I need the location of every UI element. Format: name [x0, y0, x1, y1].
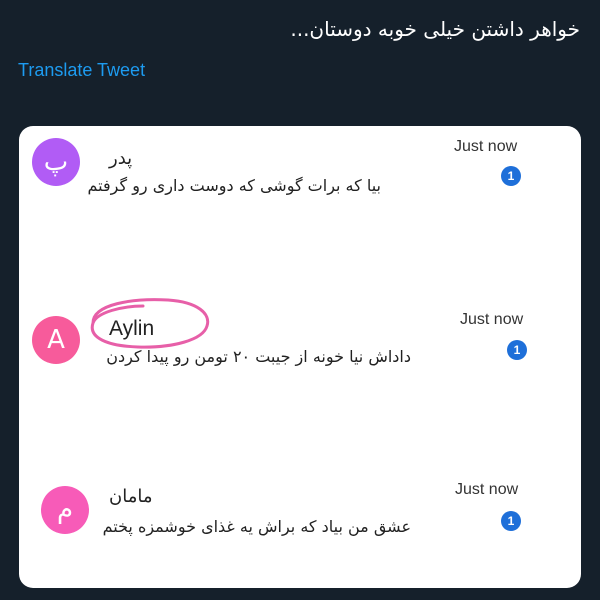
- unread-badge: 1: [507, 340, 527, 360]
- message-text: داداش نیا خونه از جیبت ۲۰ تومن رو پیدا ک…: [106, 347, 411, 366]
- message-text: عشق من بیاد که براش یه غذای خوشمزه پختم: [102, 517, 411, 536]
- unread-badge: 1: [501, 166, 521, 186]
- sender-name: پدر: [109, 148, 133, 169]
- notification-screenshot: پ پدر بیا که برات گوشی که دوست داری رو گ…: [19, 126, 581, 588]
- sender-name: Aylin: [109, 317, 155, 340]
- notification-item[interactable]: پ پدر بیا که برات گوشی که دوست داری رو گ…: [19, 126, 581, 276]
- unread-badge: 1: [501, 511, 521, 531]
- timestamp: Just now: [455, 481, 519, 498]
- sender-name: ماما​ن: [109, 486, 153, 507]
- timestamp: Just now: [454, 138, 518, 155]
- tweet-text: خواهر داشتن خیلی خوبه دوستان...: [290, 17, 580, 41]
- notification-item[interactable]: A Aylin داداش نیا خونه از جیبت ۲۰ تومن ر…: [19, 286, 581, 436]
- message-text: بیا که برات گوشی که دوست داری رو گرفتم: [87, 176, 381, 195]
- avatar: A: [32, 316, 80, 364]
- timestamp: Just now: [460, 311, 524, 328]
- avatar: پ: [32, 138, 80, 186]
- translate-tweet-link[interactable]: Translate Tweet: [18, 60, 145, 81]
- notification-item[interactable]: م ماما​ن عشق من بیاد که براش یه غذای خوش…: [19, 466, 581, 588]
